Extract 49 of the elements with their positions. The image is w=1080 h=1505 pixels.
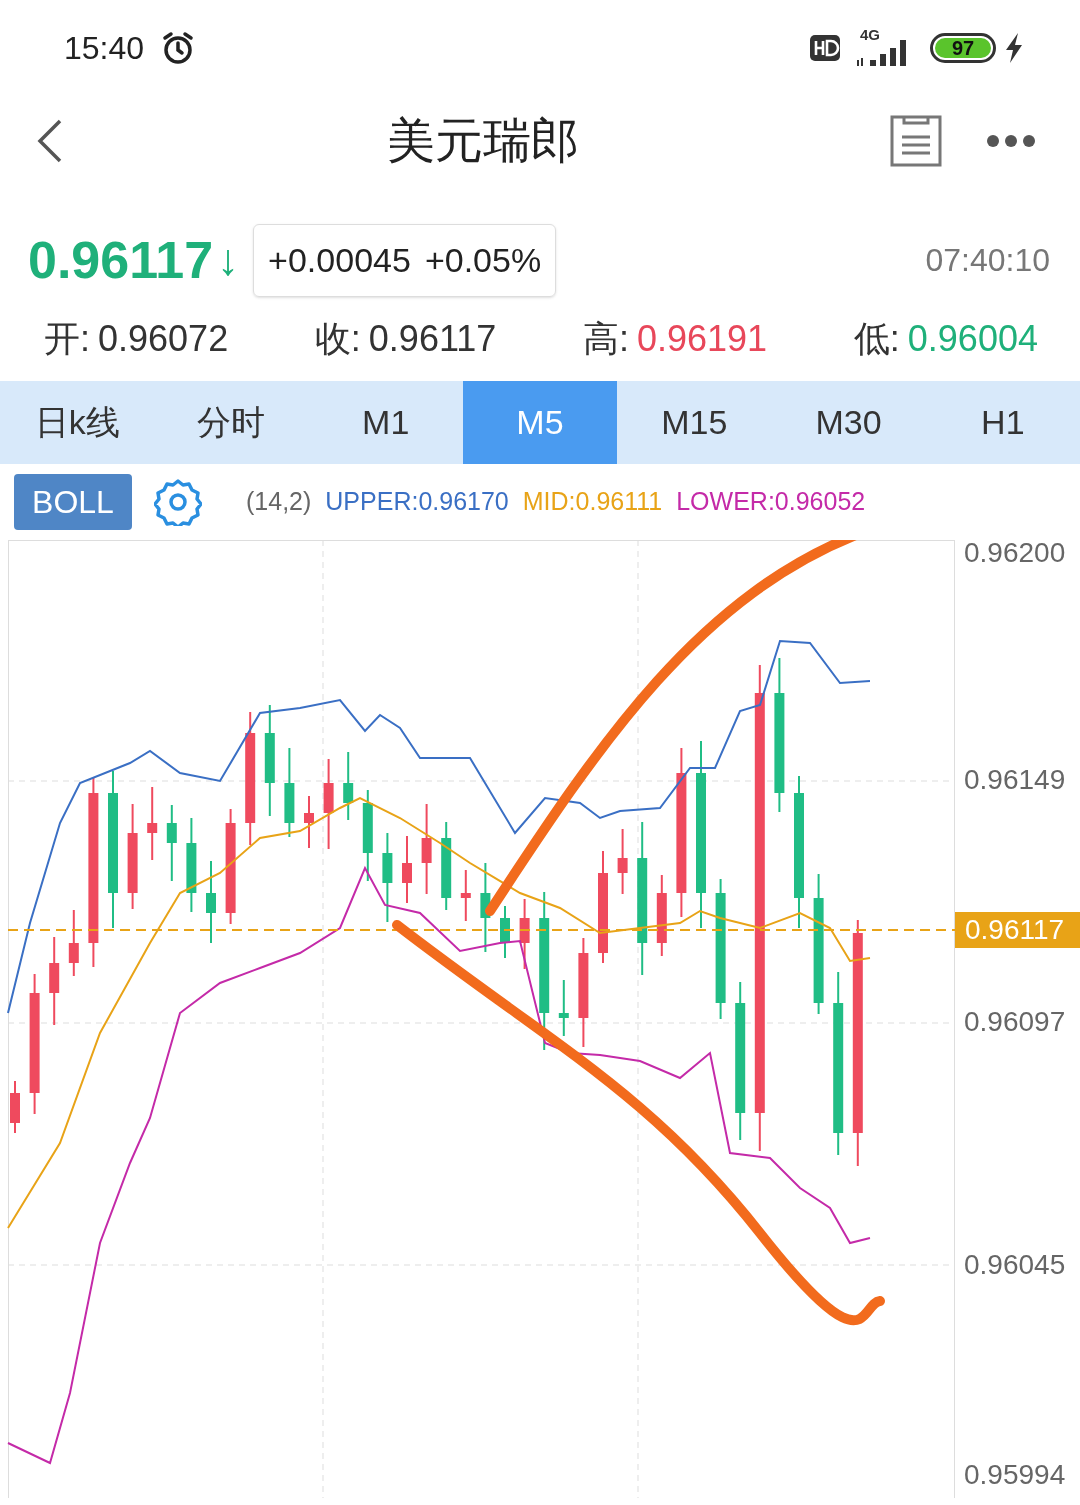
network-type: 4G xyxy=(860,24,880,45)
stat-value: 0.96191 xyxy=(637,317,768,361)
candlestick xyxy=(304,795,314,849)
price-change: +0.00045 xyxy=(268,239,411,281)
candlestick xyxy=(460,869,471,922)
document-icon[interactable] xyxy=(890,115,942,167)
current-price-label: 0.96117 xyxy=(955,912,1080,948)
down-arrow: ↓ xyxy=(217,234,240,286)
clock-time: 15:40 xyxy=(64,28,145,68)
timeframe-tab[interactable]: 日k线 xyxy=(0,381,155,464)
stat-label: 低: xyxy=(853,317,900,361)
indicator-button[interactable]: BOLL xyxy=(14,474,132,530)
timeframe-tab[interactable]: 分时 xyxy=(154,381,309,464)
hd-icon xyxy=(810,34,840,61)
legend-value: LOWER:0.96052 xyxy=(676,486,866,518)
stat-label: 收: xyxy=(314,317,361,361)
axis-label: 0.96097 xyxy=(964,1007,1066,1037)
candlestick xyxy=(10,1080,20,1134)
indicator-params: (14,2) xyxy=(246,486,312,518)
percent-change: +0.05% xyxy=(424,239,542,281)
candlestick xyxy=(617,828,628,895)
stat-label: 高: xyxy=(583,317,629,361)
candlestick xyxy=(343,751,354,821)
more-icon[interactable] xyxy=(986,134,1036,148)
axis-label: 0.96149 xyxy=(964,765,1066,795)
battery-indicator: 97 xyxy=(930,32,996,63)
settings-icon[interactable] xyxy=(154,478,202,526)
timeframe-tab[interactable]: M15 xyxy=(617,381,772,464)
axis-label: 0.95994 xyxy=(964,1460,1066,1490)
candlestick xyxy=(519,898,530,970)
timeframe-tab[interactable]: M30 xyxy=(771,381,926,464)
legend-value: UPPER:0.96170 xyxy=(325,486,509,518)
charging-icon xyxy=(1004,32,1024,63)
candlestick xyxy=(402,835,412,904)
candlestick xyxy=(68,909,79,977)
quote-time: 07:40:10 xyxy=(925,241,1050,280)
candlestick xyxy=(500,905,510,959)
last-price: 0.96117 xyxy=(28,230,214,291)
page-title: 美元瑞郎 xyxy=(386,113,580,169)
timeframe-tab[interactable]: H1 xyxy=(925,381,1080,464)
legend-value: MID:0.96111 xyxy=(522,486,663,518)
stat-label: 开: xyxy=(44,317,90,361)
candlestick xyxy=(558,979,569,1037)
timeframe-tab[interactable]: M1 xyxy=(308,381,463,464)
stat-value: 0.96072 xyxy=(98,317,229,361)
axis-label: 0.96200 xyxy=(964,538,1066,568)
stat-value: 0.96117 xyxy=(368,317,497,361)
stat-value: 0.96004 xyxy=(907,317,1038,361)
axis-label: 0.96045 xyxy=(964,1250,1066,1280)
